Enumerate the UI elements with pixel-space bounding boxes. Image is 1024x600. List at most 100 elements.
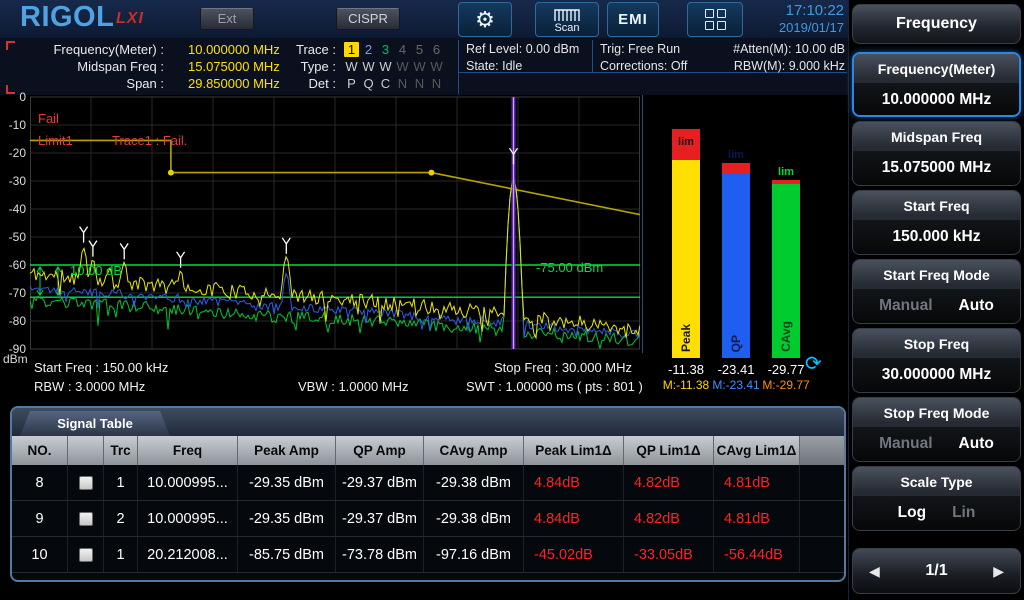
atten-rbw-block: #Atten(M): 10.00 dB RBW(M): 9.000 kHz <box>702 41 845 74</box>
column-header: Trc <box>104 436 138 465</box>
softkey-midspan-freq[interactable]: Midspan Freq15.075000 MHz <box>852 121 1021 186</box>
softkey-frequency-meter-[interactable]: Frequency(Meter)10.000000 MHz <box>852 52 1021 117</box>
option-lin[interactable]: Lin <box>952 504 975 522</box>
swt-text: SWT : 1.00000 ms ( pts : 801 ) <box>466 379 643 394</box>
meter-bar-qp: QP <box>722 163 750 358</box>
cell-aux <box>800 501 844 536</box>
softkey-start-freq-mode[interactable]: Start Freq ModeManualAuto <box>852 259 1021 324</box>
y-tick: -10 <box>0 118 26 132</box>
emi-mode-button[interactable]: EMI <box>607 2 659 37</box>
cell-qp: -73.78 dBm <box>336 537 424 572</box>
bar-label-peak: Peak <box>679 324 693 352</box>
cell-no: 10 <box>12 537 68 572</box>
softkey-stop-freq[interactable]: Stop Freq30.000000 MHz <box>852 328 1021 393</box>
prev-page-icon[interactable]: ◀ <box>869 563 880 580</box>
scan-icon <box>554 9 580 22</box>
ref-level-text: Ref Level: 0.00 dBm <box>466 41 579 58</box>
table-row[interactable]: 10120.212008...-85.75 dBm-73.78 dBm-97.1… <box>12 537 844 573</box>
trace-cell: 1 <box>344 42 359 57</box>
threshold-level-label: -75.00 dBm <box>536 260 603 275</box>
ext-trigger-button[interactable]: Ext <box>200 8 254 30</box>
y-tick: 0 <box>0 90 26 104</box>
column-header: Peak Amp <box>238 436 336 465</box>
cell-peak_lim: 4.84dB <box>524 465 624 500</box>
column-header: QP Lim1Δ <box>624 436 714 465</box>
trace-cell: W <box>343 59 360 74</box>
trace-row: Trace : 123456 <box>288 41 445 58</box>
meter-frequency-value: 10.000000 MHz <box>188 42 280 57</box>
span-label: Span : <box>14 76 164 91</box>
column-header: Freq <box>138 436 238 465</box>
trigger-text: Trig: Free Run <box>600 41 687 58</box>
row-checkbox[interactable] <box>79 476 93 490</box>
table-row[interactable]: 8110.000995...-29.35 dBm-29.37 dBm-29.38… <box>12 465 844 501</box>
option-auto[interactable]: Auto <box>959 297 994 315</box>
meter-bar-peak: Peak <box>672 129 700 358</box>
trace-cell: 3 <box>377 42 394 57</box>
option-log[interactable]: Log <box>898 504 926 522</box>
cell-peak: -85.75 dBm <box>238 537 336 572</box>
midspan-freq-label: Midspan Freq : <box>14 59 164 74</box>
trace-det-row: Det : PQCNNN <box>288 75 445 92</box>
signal-table-tab-strip: Signal Table <box>12 408 844 436</box>
top-bar: RIGOL LXI Ext CISPR ⚙ Scan EMI 17:10:22 … <box>0 0 848 38</box>
option-auto[interactable]: Auto <box>959 435 994 453</box>
softkey-scale-type[interactable]: Scale TypeLogLin <box>852 466 1021 531</box>
cell-cavg_lim: -56.44dB <box>714 537 800 572</box>
scan-button[interactable]: Scan <box>535 2 599 37</box>
option-manual[interactable]: Manual <box>879 297 932 315</box>
softkey-start-freq[interactable]: Start Freq150.000 kHz <box>852 190 1021 255</box>
cell-aux <box>800 465 844 500</box>
signal-table-tab[interactable]: Signal Table <box>20 411 170 436</box>
signal-table-body: 8110.000995...-29.35 dBm-29.37 dBm-29.38… <box>12 465 844 573</box>
bar-value: -29.77 <box>756 362 816 377</box>
cell-no: 8 <box>12 465 68 500</box>
bar-max-value: M:-29.77 <box>754 378 818 392</box>
divider <box>642 95 643 353</box>
midspan-freq-value: 15.075000 MHz <box>188 59 280 74</box>
cell-cavg_lim: 4.81dB <box>714 465 800 500</box>
option-manual[interactable]: Manual <box>879 435 932 453</box>
column-header: CAvg Lim1Δ <box>714 436 800 465</box>
row-checkbox[interactable] <box>79 548 93 562</box>
grid-icon <box>705 9 726 30</box>
scan-button-label: Scan <box>554 22 579 34</box>
trace-cell: Q <box>360 76 377 91</box>
lim-label: lim <box>771 166 801 178</box>
cell-no: 9 <box>12 501 68 536</box>
cell-qp_lim: -33.05dB <box>624 537 714 572</box>
state-text: State: Idle <box>466 58 579 75</box>
cispr-button[interactable]: CISPR <box>336 8 400 30</box>
meter-bar-cavg: CAvg <box>772 180 800 358</box>
softkey-value: Manual Auto <box>853 289 1020 323</box>
clock: 17:10:22 2019/01/17 <box>744 2 844 35</box>
y-tick: -30 <box>0 174 26 188</box>
softkey-label: Frequency(Meter) <box>854 54 1019 83</box>
trace-type-row: Type : WWWWWW <box>288 58 445 75</box>
trace-label: Trace : <box>288 42 336 57</box>
row-checkbox[interactable] <box>79 512 93 526</box>
span-row: Span : 29.850000 MHz <box>14 75 280 92</box>
page-navigation[interactable]: ◀ 1/1 ▶ <box>852 548 1021 594</box>
bar-label-qp: QP <box>729 335 743 352</box>
softkey-stop-freq-mode[interactable]: Stop Freq ModeManualAuto <box>852 397 1021 462</box>
divider <box>592 40 593 72</box>
window-layout-button[interactable] <box>687 2 743 37</box>
next-page-icon[interactable]: ▶ <box>993 563 1004 580</box>
softkey-label: Stop Freq <box>853 329 1020 358</box>
column-header <box>68 436 104 465</box>
cell-freq: 10.000995... <box>138 465 238 500</box>
y-tick: -70 <box>0 286 26 300</box>
softkey-label: Midspan Freq <box>853 122 1020 151</box>
bar-label-cavg: CAvg <box>779 321 793 352</box>
ref-level-state-block: Ref Level: 0.00 dBm State: Idle <box>466 41 579 74</box>
y-axis-unit: dBm <box>3 352 28 366</box>
cell-freq: 10.000995... <box>138 501 238 536</box>
column-header: QP Amp <box>336 436 424 465</box>
y-tick: -20 <box>0 146 26 160</box>
trace-cell: W <box>411 59 428 74</box>
settings-button[interactable]: ⚙ <box>458 2 512 37</box>
cell-peak: -29.35 dBm <box>238 465 336 500</box>
gear-icon: ⚙ <box>475 7 495 33</box>
table-row[interactable]: 9210.000995...-29.35 dBm-29.37 dBm-29.38… <box>12 501 844 537</box>
